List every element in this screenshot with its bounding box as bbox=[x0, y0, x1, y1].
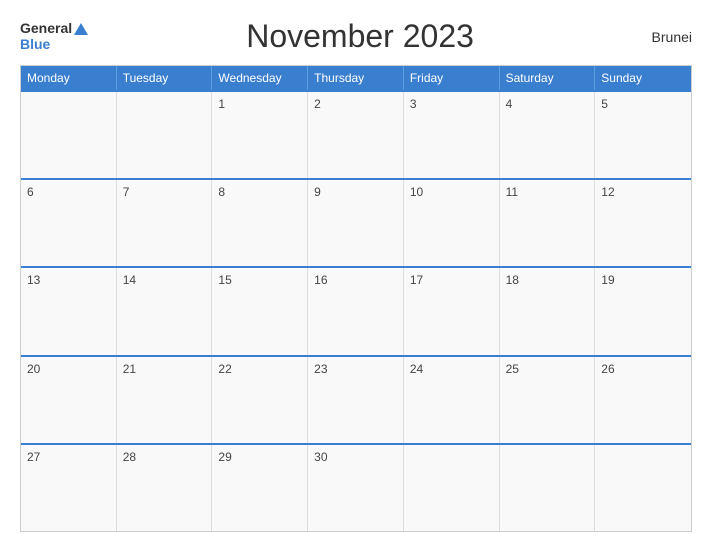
calendar-cell: 26 bbox=[595, 357, 691, 443]
calendar-week: 6 7 8 9 10 11 12 bbox=[21, 178, 691, 266]
calendar-cell: 22 bbox=[212, 357, 308, 443]
calendar-cell: 2 bbox=[308, 92, 404, 178]
day-number: 16 bbox=[314, 273, 327, 287]
day-number: 2 bbox=[314, 97, 321, 111]
calendar-page: General Blue November 2023 Brunei Monday… bbox=[0, 0, 712, 550]
calendar-cell: 1 bbox=[212, 92, 308, 178]
day-number: 7 bbox=[123, 185, 130, 199]
calendar-cell bbox=[595, 445, 691, 531]
calendar-cell: 17 bbox=[404, 268, 500, 354]
calendar-week: 27 28 29 30 bbox=[21, 443, 691, 531]
calendar-cell: 3 bbox=[404, 92, 500, 178]
day-number: 26 bbox=[601, 362, 614, 376]
calendar-cell: 18 bbox=[500, 268, 596, 354]
calendar-cell: 27 bbox=[21, 445, 117, 531]
weekday-header: Thursday bbox=[308, 66, 404, 90]
calendar-cell: 7 bbox=[117, 180, 213, 266]
logo: General Blue bbox=[20, 21, 88, 52]
calendar-cell bbox=[21, 92, 117, 178]
day-number: 29 bbox=[218, 450, 231, 464]
day-number: 17 bbox=[410, 273, 423, 287]
calendar-cell: 29 bbox=[212, 445, 308, 531]
day-number: 6 bbox=[27, 185, 34, 199]
calendar-cell: 25 bbox=[500, 357, 596, 443]
calendar-cell: 14 bbox=[117, 268, 213, 354]
day-number: 1 bbox=[218, 97, 225, 111]
calendar-cell: 12 bbox=[595, 180, 691, 266]
calendar-week: 13 14 15 16 17 18 19 bbox=[21, 266, 691, 354]
weekday-header: Saturday bbox=[500, 66, 596, 90]
day-number: 30 bbox=[314, 450, 327, 464]
page-header: General Blue November 2023 Brunei bbox=[20, 18, 692, 55]
page-title: November 2023 bbox=[88, 18, 632, 55]
calendar-cell: 13 bbox=[21, 268, 117, 354]
weekday-header: Wednesday bbox=[212, 66, 308, 90]
day-number: 27 bbox=[27, 450, 40, 464]
calendar-cell: 11 bbox=[500, 180, 596, 266]
calendar-cell: 15 bbox=[212, 268, 308, 354]
day-number: 20 bbox=[27, 362, 40, 376]
calendar-body: 1234567891011121314151617181920212223242… bbox=[21, 90, 691, 531]
day-number: 13 bbox=[27, 273, 40, 287]
calendar-cell: 10 bbox=[404, 180, 500, 266]
day-number: 3 bbox=[410, 97, 417, 111]
calendar-cell: 19 bbox=[595, 268, 691, 354]
day-number: 11 bbox=[506, 185, 518, 199]
calendar-cell: 8 bbox=[212, 180, 308, 266]
day-number: 15 bbox=[218, 273, 231, 287]
day-number: 28 bbox=[123, 450, 136, 464]
logo-triangle-icon bbox=[74, 23, 88, 35]
day-number: 23 bbox=[314, 362, 327, 376]
calendar-cell: 6 bbox=[21, 180, 117, 266]
country-label: Brunei bbox=[632, 29, 692, 45]
calendar-cell: 28 bbox=[117, 445, 213, 531]
calendar-cell: 9 bbox=[308, 180, 404, 266]
day-number: 8 bbox=[218, 185, 225, 199]
day-number: 4 bbox=[506, 97, 513, 111]
calendar-cell: 30 bbox=[308, 445, 404, 531]
calendar-cell: 4 bbox=[500, 92, 596, 178]
calendar: MondayTuesdayWednesdayThursdayFridaySatu… bbox=[20, 65, 692, 532]
calendar-cell: 24 bbox=[404, 357, 500, 443]
day-number: 22 bbox=[218, 362, 231, 376]
calendar-cell: 16 bbox=[308, 268, 404, 354]
calendar-header: MondayTuesdayWednesdayThursdayFridaySatu… bbox=[21, 66, 691, 90]
day-number: 18 bbox=[506, 273, 519, 287]
logo-general-text: General bbox=[20, 21, 72, 36]
day-number: 5 bbox=[601, 97, 608, 111]
weekday-header: Friday bbox=[404, 66, 500, 90]
day-number: 19 bbox=[601, 273, 614, 287]
weekday-header: Sunday bbox=[595, 66, 691, 90]
day-number: 14 bbox=[123, 273, 136, 287]
day-number: 21 bbox=[123, 362, 136, 376]
calendar-cell: 21 bbox=[117, 357, 213, 443]
calendar-cell bbox=[404, 445, 500, 531]
calendar-cell: 5 bbox=[595, 92, 691, 178]
day-number: 9 bbox=[314, 185, 321, 199]
logo-blue-text: Blue bbox=[20, 37, 50, 52]
day-number: 25 bbox=[506, 362, 519, 376]
day-number: 10 bbox=[410, 185, 423, 199]
weekday-header: Tuesday bbox=[117, 66, 213, 90]
calendar-week: 1 2 3 4 5 bbox=[21, 90, 691, 178]
calendar-cell bbox=[117, 92, 213, 178]
day-number: 24 bbox=[410, 362, 423, 376]
calendar-week: 20 21 22 23 24 25 26 bbox=[21, 355, 691, 443]
calendar-cell bbox=[500, 445, 596, 531]
weekday-header: Monday bbox=[21, 66, 117, 90]
calendar-cell: 23 bbox=[308, 357, 404, 443]
day-number: 12 bbox=[601, 185, 614, 199]
calendar-cell: 20 bbox=[21, 357, 117, 443]
